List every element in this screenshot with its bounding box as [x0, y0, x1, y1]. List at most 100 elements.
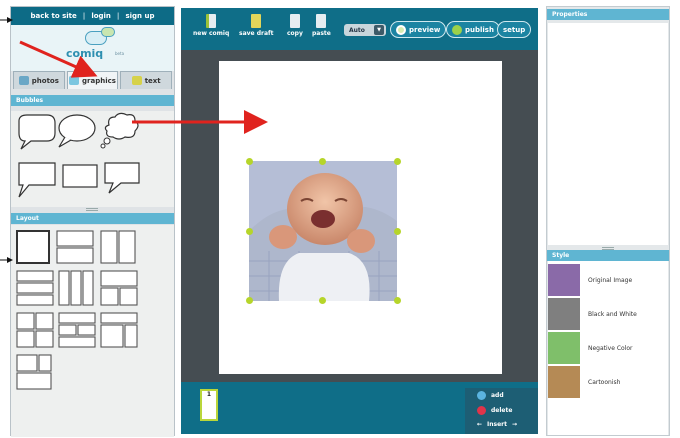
beta-label: beta	[115, 51, 125, 56]
style-panel: Original Image Black and White Negative …	[548, 261, 668, 435]
left-panel: back to site | login | sign up comiq bet…	[10, 6, 175, 437]
new-document-icon	[206, 14, 217, 28]
nav-separator: |	[116, 12, 120, 20]
style-option-black-white[interactable]: Black and White	[548, 298, 668, 330]
style-thumbnail	[548, 332, 580, 364]
style-thumbnail	[548, 366, 580, 398]
speech-bubble-rect-tail-left[interactable]	[18, 162, 56, 198]
frame-thumbnail[interactable]: 1	[200, 389, 218, 421]
add-frame-button[interactable]: add	[477, 391, 504, 400]
save-draft-icon	[251, 14, 262, 28]
resize-handle-right[interactable]	[394, 228, 401, 235]
speech-bubble-rect-tail-right[interactable]	[104, 162, 140, 194]
properties-panel	[548, 23, 668, 245]
arrow-left-icon: ←	[477, 421, 483, 428]
bubble-shapes	[18, 112, 140, 198]
baby-photo[interactable]	[249, 161, 397, 301]
caption-box[interactable]	[62, 164, 98, 188]
magnifier-icon	[396, 24, 406, 35]
style-option-cartoonish[interactable]: Cartoonish	[548, 366, 668, 398]
tab-text-label: text	[144, 76, 161, 85]
copy-button[interactable]: copy	[287, 14, 303, 37]
layout-mixed[interactable]	[100, 312, 138, 348]
insert-label: Insert	[487, 421, 508, 428]
bubbles-panel	[11, 111, 174, 207]
tab-text[interactable]: text	[120, 71, 173, 89]
paste-label: paste	[312, 30, 331, 37]
copy-label: copy	[287, 30, 303, 37]
sign-up-link[interactable]: sign up	[125, 12, 154, 20]
add-label: add	[491, 392, 504, 399]
logo-area: comiq beta	[11, 25, 174, 71]
style-option-original[interactable]: Original Image	[548, 264, 668, 296]
back-to-site-link[interactable]: back to site	[31, 12, 77, 20]
publish-icon	[452, 24, 462, 35]
resize-handle-left[interactable]	[246, 228, 253, 235]
style-thumbnail	[548, 298, 580, 330]
graphics-icon	[69, 76, 80, 85]
delete-label: delete	[491, 407, 513, 414]
resize-handle-bottom-right[interactable]	[394, 297, 401, 304]
speech-bubble-rounded[interactable]	[18, 114, 56, 150]
baby-photo-image	[249, 161, 397, 301]
new-comiq-label: new comiq	[193, 30, 230, 37]
layout-stacked-split[interactable]	[16, 354, 52, 390]
style-panel-header: Style	[547, 250, 669, 261]
setup-label: setup	[503, 25, 526, 34]
text-icon	[131, 76, 142, 85]
publish-label: publish	[465, 25, 494, 34]
paste-button[interactable]: paste	[312, 14, 331, 37]
layout-grid-four[interactable]	[16, 312, 54, 348]
chevron-down-icon: ▼	[374, 25, 384, 35]
paste-icon	[316, 14, 327, 28]
bubbles-panel-header: Bubbles	[11, 95, 174, 106]
layout-panel-header: Layout	[11, 213, 174, 224]
save-draft-label: save draft	[239, 30, 274, 37]
comiq-logo: comiq	[66, 47, 104, 60]
resize-handle-bottom-left[interactable]	[246, 297, 253, 304]
style-option-negative[interactable]: Negative Color	[548, 332, 668, 364]
layout-single[interactable]	[16, 230, 50, 264]
style-label: Negative Color	[588, 344, 633, 352]
minus-icon	[477, 406, 486, 415]
speech-bubble-oval[interactable]	[58, 114, 96, 148]
top-navigation: back to site | login | sign up	[11, 7, 174, 25]
layout-top-two-bottom[interactable]	[100, 270, 138, 306]
logo-bubble-icon	[101, 27, 115, 37]
frame-actions: add delete ← Insert →	[465, 388, 538, 434]
style-label: Black and White	[588, 310, 637, 318]
resize-handle-bottom[interactable]	[319, 297, 326, 304]
tab-photos[interactable]: photos	[13, 71, 65, 89]
style-thumbnail	[548, 264, 580, 296]
save-draft-button[interactable]: save draft	[239, 14, 273, 37]
login-link[interactable]: login	[91, 12, 111, 20]
layout-row-split[interactable]	[58, 312, 96, 348]
plus-icon	[477, 391, 486, 400]
layout-three-columns[interactable]	[58, 270, 94, 306]
publish-button[interactable]: publish	[446, 21, 500, 38]
style-label: Original Image	[588, 276, 633, 284]
layout-two-rows[interactable]	[56, 230, 94, 264]
auto-dropdown-value: Auto	[349, 26, 365, 34]
arrow-right-icon: →	[512, 421, 518, 428]
top-toolbar: new comiq save draft copy paste Auto ▼ p…	[181, 8, 538, 50]
new-comiq-button[interactable]: new comiq	[193, 14, 229, 37]
resize-handle-top-left[interactable]	[246, 158, 253, 165]
setup-button[interactable]: setup	[497, 21, 532, 38]
resize-handle-top[interactable]	[319, 158, 326, 165]
photos-icon	[18, 76, 29, 85]
resize-handle-top-right[interactable]	[394, 158, 401, 165]
copy-icon	[289, 14, 300, 28]
layout-three-rows[interactable]	[16, 270, 54, 306]
insert-frame-button[interactable]: ← Insert →	[477, 421, 517, 428]
resize-grip[interactable]	[86, 208, 98, 211]
thought-bubble[interactable]	[100, 112, 139, 149]
preview-button[interactable]: preview	[390, 21, 447, 38]
tab-photos-label: photos	[31, 76, 59, 85]
tab-graphics-label: graphics	[82, 76, 116, 85]
tab-graphics[interactable]: graphics	[66, 71, 119, 89]
auto-dropdown[interactable]: Auto ▼	[344, 24, 386, 36]
right-panel: Properties Style Original Image Black an…	[546, 6, 670, 436]
layout-two-columns[interactable]	[100, 230, 136, 264]
delete-frame-button[interactable]: delete	[477, 406, 512, 415]
